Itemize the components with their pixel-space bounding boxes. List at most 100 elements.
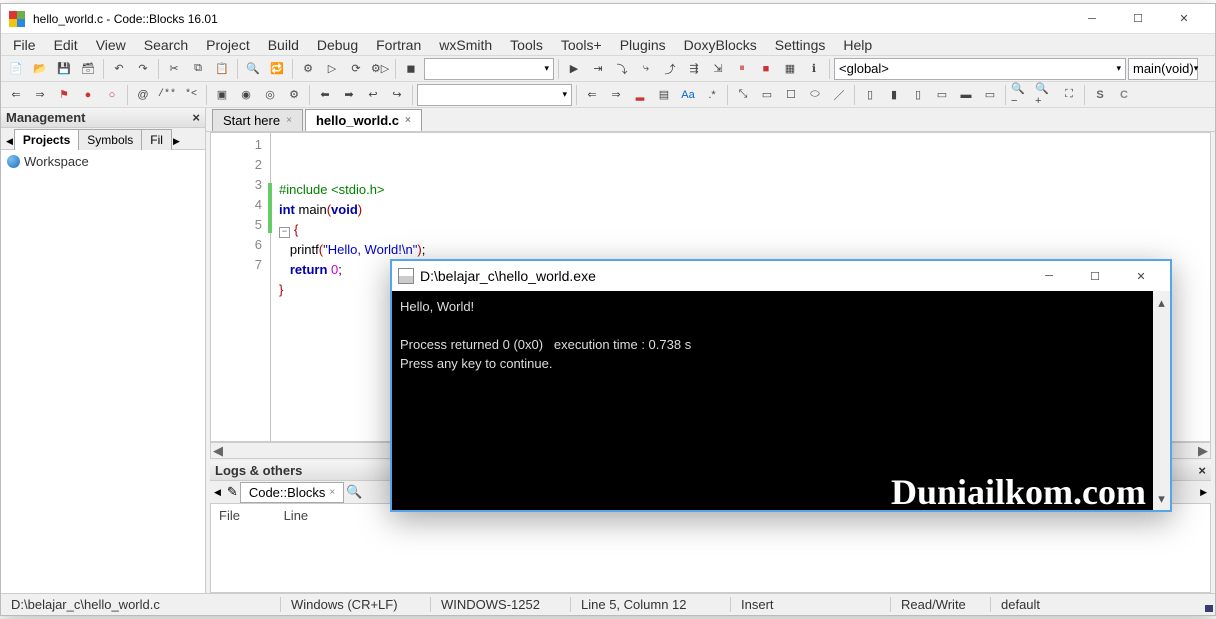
save-all-icon[interactable]: 🗃 bbox=[77, 58, 99, 80]
menu-view[interactable]: View bbox=[88, 35, 134, 55]
zoomin-icon[interactable]: 🔍+ bbox=[1034, 84, 1056, 106]
logs-body[interactable]: File Line bbox=[210, 503, 1211, 593]
alignb-icon[interactable]: ▭ bbox=[979, 84, 1001, 106]
tab-close-icon[interactable]: × bbox=[405, 115, 411, 126]
console-maximize-button[interactable]: ☐ bbox=[1072, 261, 1118, 291]
zoomout-icon[interactable]: 🔍− bbox=[1010, 84, 1032, 106]
dox-run-icon[interactable]: ▣ bbox=[211, 84, 233, 106]
dox-chm-icon[interactable]: ◎ bbox=[259, 84, 281, 106]
run-icon[interactable]: ⟳ bbox=[345, 58, 367, 80]
c-icon[interactable]: C bbox=[1113, 84, 1135, 106]
logs-tab-prev-icon[interactable]: ◀ bbox=[210, 485, 225, 500]
func-combo[interactable]: main(void)▾ bbox=[1128, 58, 1198, 80]
menu-project[interactable]: Project bbox=[198, 35, 258, 55]
select-icon[interactable]: ⤡ bbox=[732, 84, 754, 106]
find-icon[interactable]: 🔍 bbox=[242, 58, 264, 80]
info-icon[interactable]: ℹ bbox=[803, 58, 825, 80]
logs-search-icon[interactable]: 🔍 bbox=[346, 484, 362, 500]
mgmt-tab-next-icon[interactable]: ▶ bbox=[171, 133, 182, 150]
close-button[interactable]: ✕ bbox=[1161, 4, 1207, 34]
copy-icon[interactable]: ⧉ bbox=[187, 58, 209, 80]
menu-debug[interactable]: Debug bbox=[309, 35, 366, 55]
alignm-icon[interactable]: ▬ bbox=[955, 84, 977, 106]
text-icon[interactable]: ▭ bbox=[756, 84, 778, 106]
menu-plugins[interactable]: Plugins bbox=[612, 35, 674, 55]
menu-search[interactable]: Search bbox=[136, 35, 196, 55]
run-to-cursor-icon[interactable]: ⇥ bbox=[587, 58, 609, 80]
hl-icon[interactable]: ▂ bbox=[629, 84, 651, 106]
menu-tools+[interactable]: Tools+ bbox=[553, 35, 610, 55]
menu-tools[interactable]: Tools bbox=[502, 35, 551, 55]
regex-icon[interactable]: .* bbox=[701, 84, 723, 106]
jump-fwd-icon[interactable]: ➡ bbox=[338, 84, 360, 106]
management-tree[interactable]: Workspace bbox=[1, 150, 205, 593]
save-icon[interactable]: 💾 bbox=[53, 58, 75, 80]
alignl-icon[interactable]: ▯ bbox=[859, 84, 881, 106]
search-combo[interactable]: ▾ bbox=[417, 84, 572, 106]
console-window[interactable]: D:\belajar_c\hello_world.exe ─ ☐ ✕ Hello… bbox=[390, 259, 1172, 512]
hl-prev-icon[interactable]: ⇐ bbox=[581, 84, 603, 106]
mgmt-tab-projects[interactable]: Projects bbox=[14, 129, 79, 150]
jump-back-icon[interactable]: ⬅ bbox=[314, 84, 336, 106]
debug-windows-icon[interactable]: ▦ bbox=[779, 58, 801, 80]
next-bookmark-icon[interactable]: ⇒ bbox=[29, 84, 51, 106]
dox-comment-icon[interactable]: /** bbox=[156, 84, 178, 106]
replace-icon[interactable]: 🔁 bbox=[266, 58, 288, 80]
menu-wxsmith[interactable]: wxSmith bbox=[431, 35, 500, 55]
breakpoint-icon[interactable]: ● bbox=[77, 84, 99, 106]
alignt-icon[interactable]: ▭ bbox=[931, 84, 953, 106]
case-icon[interactable]: Aa bbox=[677, 84, 699, 106]
logs-tab-next-icon[interactable]: ▶ bbox=[1196, 485, 1211, 500]
alignc-icon[interactable]: ▮ bbox=[883, 84, 905, 106]
workspace-item[interactable]: Workspace bbox=[7, 154, 199, 169]
console-v-scrollbar[interactable]: ▴▾ bbox=[1153, 291, 1170, 510]
breakpoint-add-icon[interactable]: ○ bbox=[101, 84, 123, 106]
minimize-button[interactable]: ─ bbox=[1069, 4, 1115, 34]
match-opts-icon[interactable]: ▤ bbox=[653, 84, 675, 106]
dox-inline-icon[interactable]: *< bbox=[180, 84, 202, 106]
build-icon[interactable]: ▷ bbox=[321, 58, 343, 80]
dox-html-icon[interactable]: ◉ bbox=[235, 84, 257, 106]
editor-tab[interactable]: hello_world.c× bbox=[305, 109, 422, 131]
line-icon[interactable]: ／ bbox=[828, 84, 850, 106]
hl-next-icon[interactable]: ⇒ bbox=[605, 84, 627, 106]
cut-icon[interactable]: ✂ bbox=[163, 58, 185, 80]
menu-settings[interactable]: Settings bbox=[767, 35, 834, 55]
step-out-icon[interactable]: ⤴ bbox=[659, 58, 681, 80]
target-combo[interactable]: ▾ bbox=[424, 58, 554, 80]
next-line-icon[interactable]: ⤵ bbox=[611, 58, 633, 80]
step-instr-icon[interactable]: ⇲ bbox=[707, 58, 729, 80]
fold-icon[interactable]: − bbox=[279, 227, 290, 238]
logs-tab-close-icon[interactable]: × bbox=[329, 487, 335, 498]
menu-fortran[interactable]: Fortran bbox=[368, 35, 429, 55]
redo-icon[interactable]: ↷ bbox=[132, 58, 154, 80]
rect-icon[interactable]: ☐ bbox=[780, 84, 802, 106]
menu-edit[interactable]: Edit bbox=[46, 35, 86, 55]
dox-config-icon[interactable]: ⚙ bbox=[283, 84, 305, 106]
flag-icon[interactable]: ⚑ bbox=[53, 84, 75, 106]
prev-bookmark-icon[interactable]: ⇐ bbox=[5, 84, 27, 106]
mgmt-tab-fil[interactable]: Fil bbox=[141, 129, 172, 150]
paste-icon[interactable]: 📋 bbox=[211, 58, 233, 80]
debug-run-icon[interactable]: ▶ bbox=[563, 58, 585, 80]
last-jump-icon[interactable]: ↩ bbox=[362, 84, 384, 106]
menu-build[interactable]: Build bbox=[260, 35, 307, 55]
logs-close-icon[interactable]: × bbox=[1198, 463, 1206, 478]
alignr-icon[interactable]: ▯ bbox=[907, 84, 929, 106]
logs-tab-codeblocks[interactable]: Code::Blocks× bbox=[240, 482, 344, 503]
ellipse-icon[interactable]: ⬭ bbox=[804, 84, 826, 106]
clear-jump-icon[interactable]: ↪ bbox=[386, 84, 408, 106]
maximize-button[interactable]: ☐ bbox=[1115, 4, 1161, 34]
console-output[interactable]: Hello, World! Process returned 0 (0x0) e… bbox=[392, 291, 1170, 510]
zoomfit-icon[interactable]: ⛶ bbox=[1058, 84, 1080, 106]
console-close-button[interactable]: ✕ bbox=[1118, 261, 1164, 291]
console-minimize-button[interactable]: ─ bbox=[1026, 261, 1072, 291]
tab-close-icon[interactable]: × bbox=[286, 115, 292, 126]
next-instr-icon[interactable]: ⇶ bbox=[683, 58, 705, 80]
pencil-icon[interactable]: ✎ bbox=[227, 484, 238, 500]
stop-icon[interactable]: ◼ bbox=[400, 58, 422, 80]
open-file-icon[interactable]: 📂 bbox=[29, 58, 51, 80]
undo-icon[interactable]: ↶ bbox=[108, 58, 130, 80]
new-file-icon[interactable]: 📄 bbox=[5, 58, 27, 80]
s-icon[interactable]: S bbox=[1089, 84, 1111, 106]
